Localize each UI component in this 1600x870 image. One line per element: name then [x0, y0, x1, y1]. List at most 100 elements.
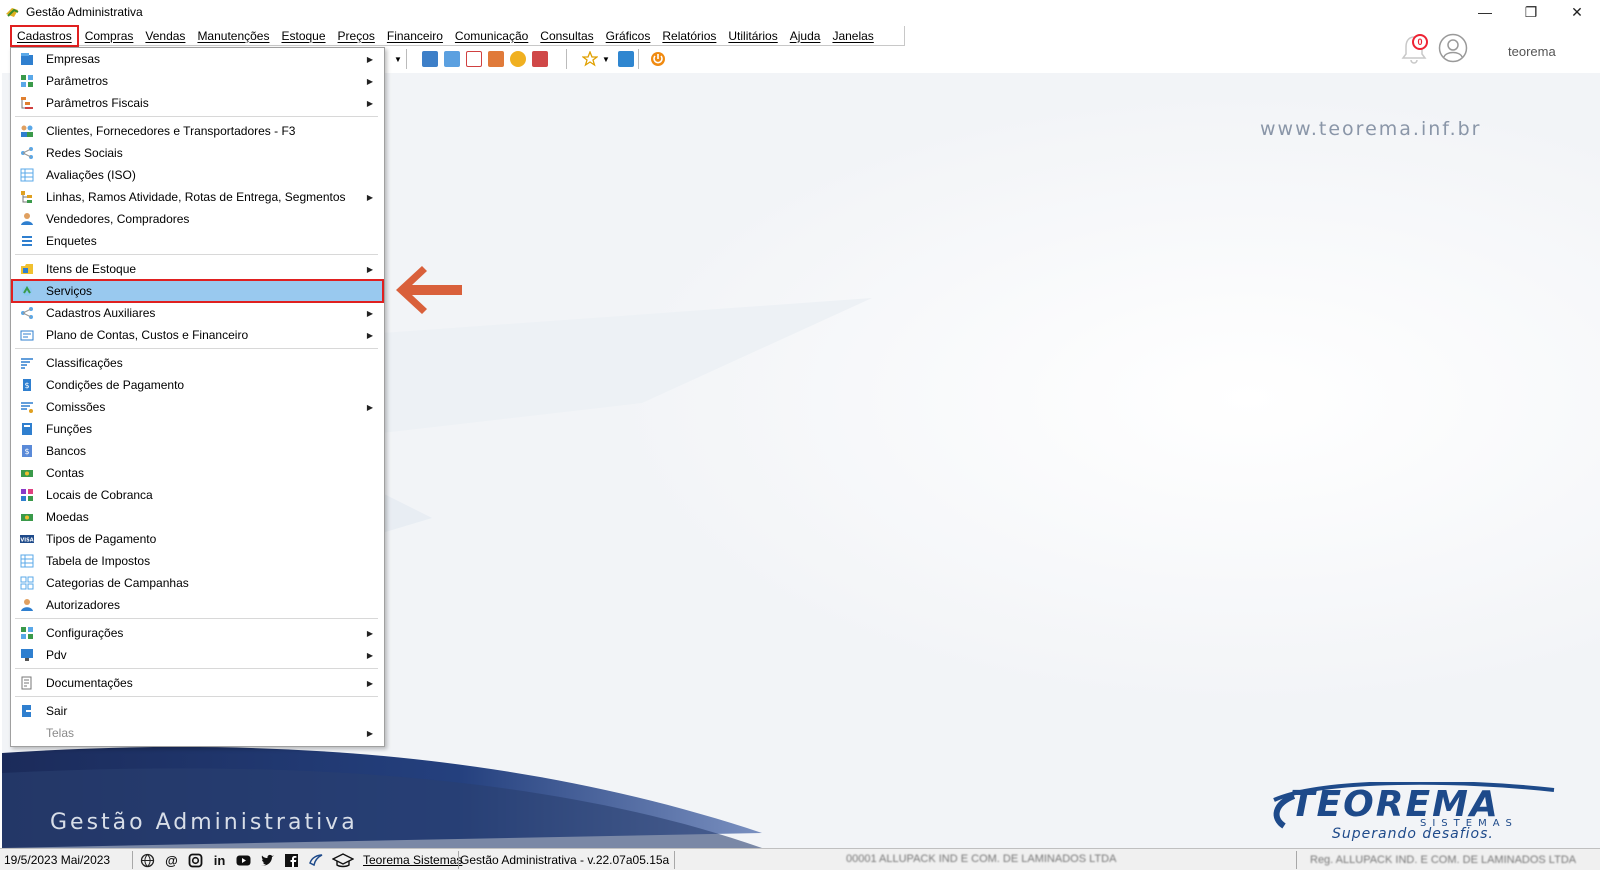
- menu-item-label: Documentações: [46, 676, 133, 690]
- menu-item-sair[interactable]: Sair: [12, 700, 383, 722]
- menu-item-locais-cobranca[interactable]: Locais de Cobranca: [12, 484, 383, 506]
- title-bar: Gestão Administrativa — ❐ ✕: [0, 0, 1600, 24]
- menu-item-bancos[interactable]: $ Bancos: [12, 440, 383, 462]
- user-avatar-icon[interactable]: [1438, 33, 1468, 63]
- menu-item-label: Parâmetros: [46, 74, 109, 88]
- menu-vendas[interactable]: Vendas: [139, 27, 191, 45]
- minimize-button[interactable]: —: [1462, 0, 1508, 24]
- globe-icon[interactable]: [140, 853, 155, 868]
- menu-item-servicos[interactable]: Serviços: [11, 279, 384, 303]
- menu-janelas[interactable]: Janelas: [826, 27, 879, 45]
- people-icon: [21, 125, 33, 137]
- table-icon: [20, 554, 34, 568]
- teorema-logo-icon[interactable]: [332, 853, 354, 868]
- menu-item-parametros-fiscais[interactable]: Parâmetros Fiscais ▶: [12, 92, 383, 114]
- status-separator: [458, 851, 459, 869]
- menu-cadastros[interactable]: Cadastros: [10, 24, 79, 47]
- menu-item-avaliacoes[interactable]: Avaliações (ISO): [12, 164, 383, 186]
- menu-item-cadastros-auxiliares[interactable]: Cadastros Auxiliares ▶: [12, 302, 383, 324]
- restore-button[interactable]: ❐: [1508, 0, 1554, 24]
- menu-separator: [15, 254, 378, 255]
- menu-estoque[interactable]: Estoque: [275, 27, 331, 45]
- menu-financeiro[interactable]: Financeiro: [381, 27, 449, 45]
- menu-item-redes-sociais[interactable]: Redes Sociais: [12, 142, 383, 164]
- star-icon[interactable]: [582, 51, 598, 67]
- menu-ajuda[interactable]: Ajuda: [784, 27, 827, 45]
- menu-item-enquetes[interactable]: Enquetes: [12, 230, 383, 252]
- menu-item-label: Redes Sociais: [46, 146, 123, 160]
- app-icon: [6, 8, 19, 17]
- close-button[interactable]: ✕: [1554, 0, 1600, 24]
- calendar-grid-icon[interactable]: [422, 51, 438, 67]
- menu-compras[interactable]: Compras: [79, 27, 140, 45]
- menu-item-categorias-campanhas[interactable]: Categorias de Campanhas: [12, 572, 383, 594]
- menu-item-autorizadores[interactable]: Autorizadores: [12, 594, 383, 616]
- menu-item-telas: Telas ▶: [12, 722, 383, 744]
- blocks-icon: [21, 489, 33, 501]
- menu-item-configuracoes[interactable]: Configurações ▶: [12, 622, 383, 644]
- calendar-tools-icon[interactable]: [488, 51, 504, 67]
- menu-consultas[interactable]: Consultas: [534, 27, 599, 45]
- status-date: 19/5/2023 Mai/2023: [4, 853, 111, 867]
- menu-precos[interactable]: Preços: [332, 27, 381, 45]
- instagram-icon[interactable]: [188, 853, 203, 868]
- money-icon: [21, 470, 33, 477]
- menu-item-parametros[interactable]: Parâmetros ▶: [12, 70, 383, 92]
- menu-item-linhas-ramos[interactable]: Linhas, Ramos Atividade, Rotas de Entreg…: [12, 186, 383, 208]
- report-search-icon[interactable]: [532, 51, 548, 67]
- menu-item-tabela-impostos[interactable]: Tabela de Impostos: [12, 550, 383, 572]
- building-icon: [21, 53, 33, 65]
- status-registered: Reg. ALLUPACK IND. E COM. DE LAMINADOS L…: [1310, 854, 1577, 866]
- dollar-doc-icon: $: [23, 379, 31, 391]
- menu-item-plano-contas[interactable]: Plano de Contas, Custos e Financeiro ▶: [12, 324, 383, 346]
- at-icon[interactable]: @: [164, 853, 179, 868]
- logo-slogan: Superando desafios.: [1332, 826, 1494, 842]
- menu-item-label: Plano de Contas, Custos e Financeiro: [46, 328, 249, 342]
- youtube-icon[interactable]: [236, 853, 251, 868]
- teorema-bird-icon[interactable]: [308, 853, 323, 868]
- favorites-dropdown-icon[interactable]: ▼: [600, 51, 612, 67]
- user-name[interactable]: teorema: [1508, 44, 1556, 59]
- menu-item-contas[interactable]: Contas: [12, 462, 383, 484]
- power-icon[interactable]: [650, 51, 666, 67]
- menu-item-empresas[interactable]: Empresas ▶: [12, 48, 383, 70]
- menu-item-condicoes-pagamento[interactable]: $ Condições de Pagamento: [12, 374, 383, 396]
- linkedin-icon[interactable]: in: [212, 853, 227, 868]
- menu-manutencoes[interactable]: Manutenções: [191, 27, 275, 45]
- toolbar-dropdown-arrow-icon[interactable]: ▼: [392, 51, 404, 67]
- menu-item-clientes[interactable]: Clientes, Fornecedores e Transportadores…: [12, 120, 383, 142]
- app-brand-title: Gestão Administrativa: [50, 810, 358, 835]
- status-separator: [1296, 851, 1297, 869]
- menu-item-vendedores[interactable]: Vendedores, Compradores: [12, 208, 383, 230]
- list-icon: [22, 236, 32, 246]
- menu-item-moedas[interactable]: Moedas: [12, 506, 383, 528]
- menu-item-label: Configurações: [46, 626, 124, 640]
- twitter-icon[interactable]: [260, 853, 275, 868]
- submenu-arrow-icon: ▶: [366, 330, 373, 340]
- calculator-icon[interactable]: [444, 51, 460, 67]
- menu-graficos[interactable]: Gráficos: [600, 27, 657, 45]
- menu-item-itens-estoque[interactable]: Itens de Estoque ▶: [12, 258, 383, 280]
- person-icon: [21, 599, 33, 611]
- menu-item-documentacoes[interactable]: Documentações ▶: [12, 672, 383, 694]
- facebook-icon[interactable]: [284, 853, 299, 868]
- teorema-sistemas-link[interactable]: Teorema Sistemas: [363, 853, 462, 867]
- menu-item-label: Autorizadores: [46, 598, 121, 612]
- menu-comunicacao[interactable]: Comunicação: [449, 27, 534, 45]
- menu-item-label: Pdv: [46, 648, 67, 662]
- submenu-arrow-icon: ▶: [366, 98, 373, 108]
- import-icon[interactable]: [618, 51, 634, 67]
- menu-item-pdv[interactable]: Pdv ▶: [12, 644, 383, 666]
- menu-item-classificacoes[interactable]: Classificações: [12, 352, 383, 374]
- menu-utilitarios[interactable]: Utilitários: [722, 27, 783, 45]
- menu-item-label: Sair: [46, 704, 68, 718]
- menu-item-comissoes[interactable]: Comissões ▶: [12, 396, 383, 418]
- menu-item-funcoes[interactable]: Funções: [12, 418, 383, 440]
- menu-item-tipos-pagamento[interactable]: VISA Tipos de Pagamento: [12, 528, 383, 550]
- calendar-30-icon[interactable]: [466, 51, 482, 67]
- money-icon: [21, 514, 33, 521]
- menu-relatorios[interactable]: Relatórios: [656, 27, 722, 45]
- submenu-arrow-icon: ▶: [366, 402, 373, 412]
- clock-icon[interactable]: [510, 51, 526, 67]
- toolbar-separator: [638, 49, 639, 69]
